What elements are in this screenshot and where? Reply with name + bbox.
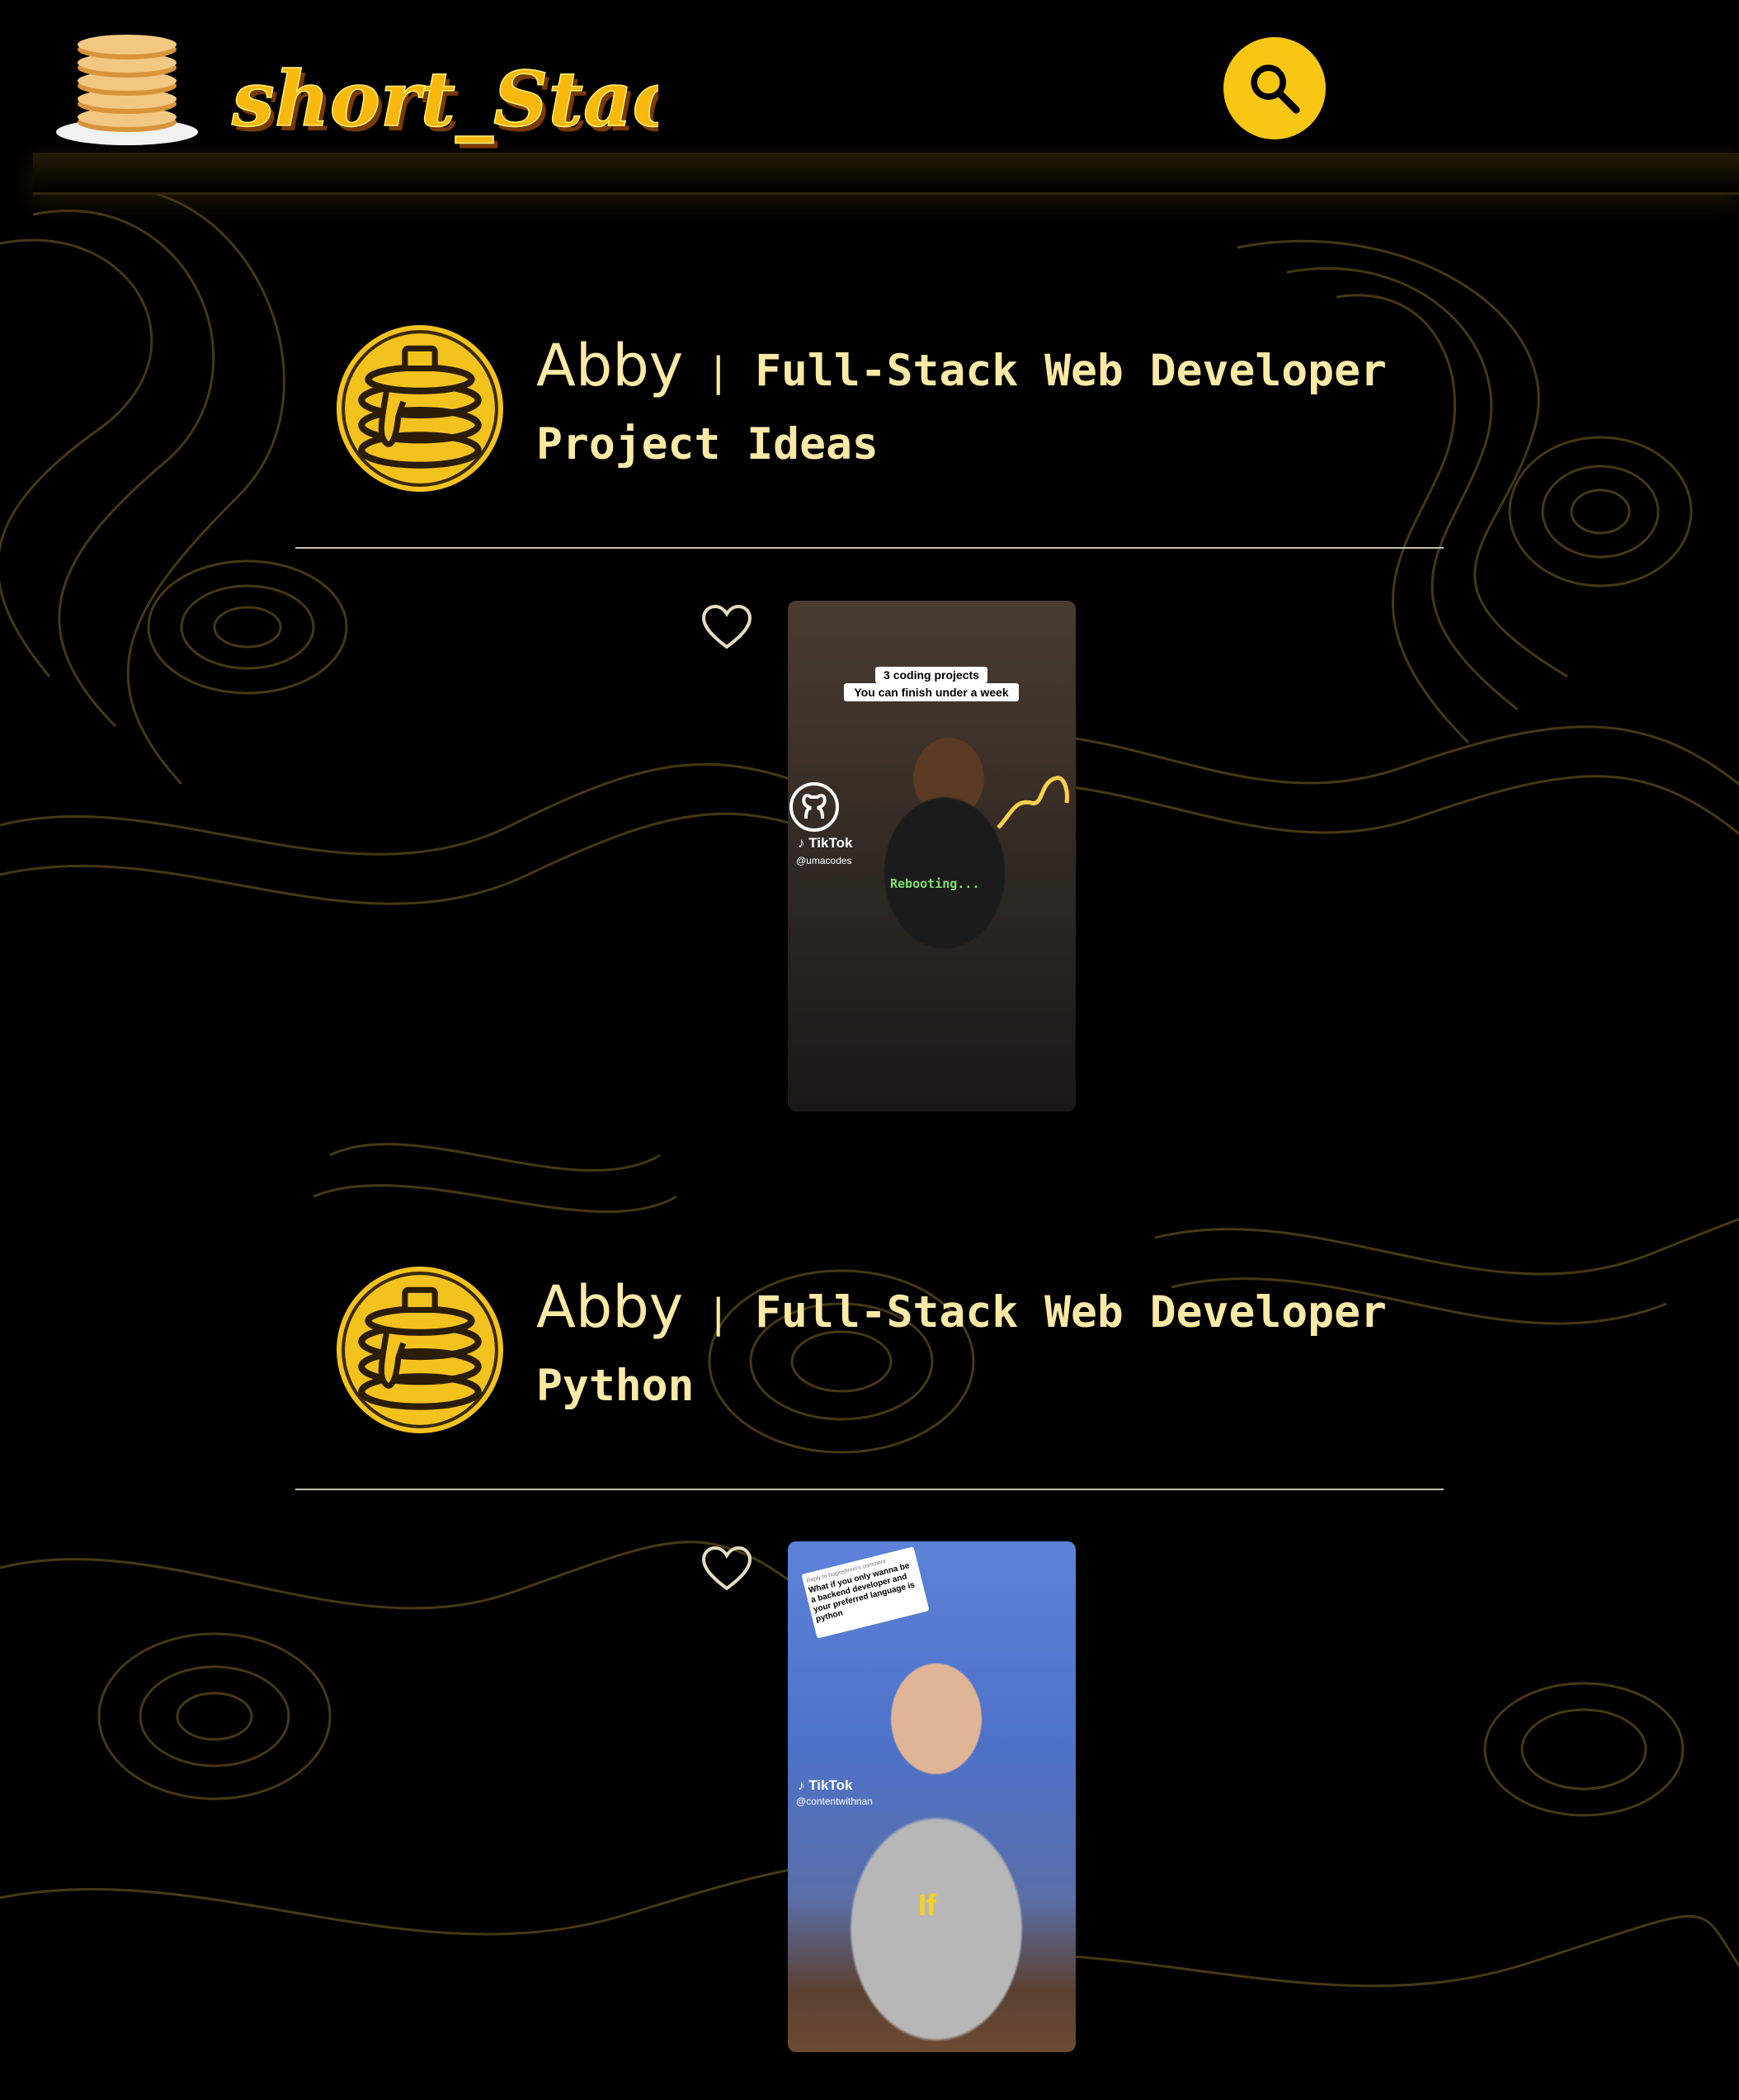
- author-name[interactable]: Abby: [536, 332, 683, 399]
- search-icon: [1251, 64, 1300, 114]
- author-avatar-pancake-icon[interactable]: [337, 1267, 503, 1433]
- pancake-stack-logo-icon[interactable]: [53, 31, 201, 147]
- post-divider: [295, 1489, 1444, 1490]
- tiktok-watermark: ♪ TikTok: [798, 1777, 853, 1793]
- reply-comment-card: Reply to huginsfinnn's comment What if y…: [801, 1546, 930, 1639]
- svg-text:short_Stack: short_Stack: [231, 54, 658, 144]
- video-caption-line1: 3 coding projects: [875, 667, 987, 683]
- author-line: Abby | Full-Stack Web Developer: [536, 332, 1387, 399]
- search-button[interactable]: [1223, 37, 1326, 139]
- video-caption-line2: You can finish under a week: [844, 683, 1019, 701]
- tiktok-handle: @contentwithnan: [796, 1796, 873, 1807]
- video-subtitle: If: [918, 1888, 936, 1922]
- author-avatar-pancake-icon[interactable]: [337, 325, 503, 492]
- like-heart-icon[interactable]: [701, 604, 752, 650]
- author-name[interactable]: Abby: [536, 1273, 683, 1341]
- video-thumbnail[interactable]: 3 coding projects You can finish under a…: [788, 601, 1076, 1111]
- header-divider: [33, 153, 1739, 195]
- video-thumbnail[interactable]: Reply to huginsfinnn's comment What if y…: [788, 1541, 1076, 2052]
- author-role: Full-Stack Web Developer: [755, 346, 1387, 396]
- post-divider: [295, 547, 1444, 549]
- tiktok-handle: @umacodes: [796, 855, 852, 866]
- like-heart-icon[interactable]: [701, 1546, 752, 1592]
- github-icon: [789, 782, 839, 832]
- tiktok-watermark: ♪ TikTok: [798, 835, 853, 851]
- post-topic: Project Ideas: [536, 419, 879, 470]
- short-stack-logo-text[interactable]: short_Stack short_Stack: [229, 51, 658, 150]
- separator: |: [706, 349, 731, 395]
- neon-light-decor: [997, 776, 1069, 829]
- shirt-text: Rebooting...: [890, 876, 980, 891]
- separator: |: [706, 1291, 731, 1337]
- author-role: Full-Stack Web Developer: [755, 1287, 1387, 1338]
- app-header: short_Stack short_Stack: [0, 0, 1739, 195]
- author-line: Abby | Full-Stack Web Developer: [536, 1273, 1387, 1341]
- post-topic: Python: [536, 1361, 695, 1411]
